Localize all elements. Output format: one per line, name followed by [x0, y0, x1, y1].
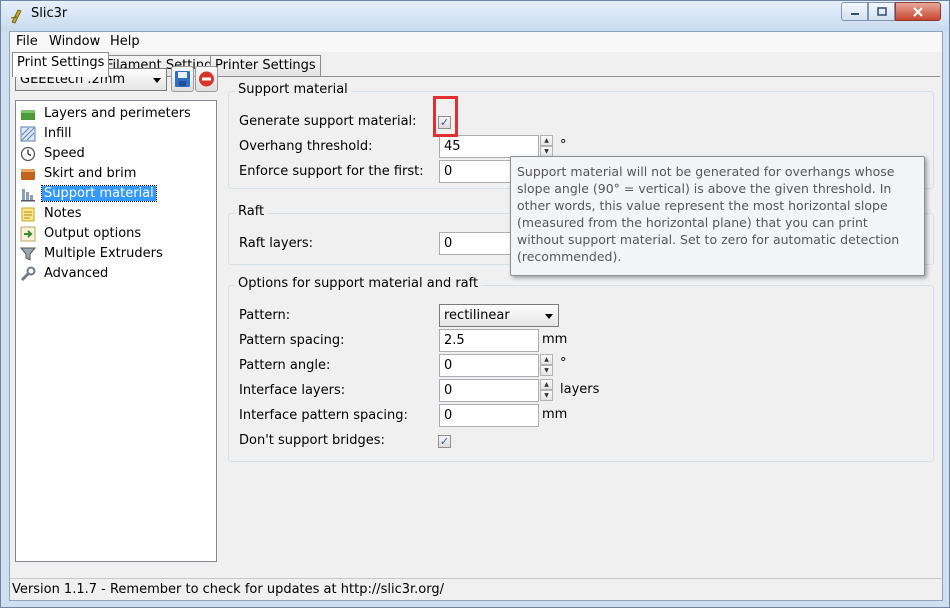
pattern-angle-unit: °: [560, 356, 567, 371]
overhang-threshold-stepper[interactable]: ▲ ▼: [540, 135, 555, 158]
status-text: Version 1.1.7 - Remember to check for up…: [12, 582, 444, 597]
tree-item-multiple-extruders[interactable]: Multiple Extruders: [20, 245, 210, 263]
speed-icon: [20, 146, 36, 162]
interface-layers-label: Interface layers:: [239, 383, 346, 398]
enforce-support-label: Enforce support for the first:: [239, 164, 424, 179]
menu-file[interactable]: File: [16, 34, 38, 49]
window-title: Slic3r: [31, 6, 68, 21]
client-area: File Window Help Print Settings Filament…: [9, 31, 943, 601]
save-icon: [175, 71, 190, 87]
pattern-angle-label: Pattern angle:: [239, 358, 331, 373]
pattern-angle-input[interactable]: 0: [439, 354, 539, 377]
status-bar: Version 1.1.7 - Remember to check for up…: [10, 578, 942, 600]
menu-window[interactable]: Window: [49, 34, 100, 49]
overhang-threshold-input[interactable]: 45: [439, 135, 539, 158]
minimize-button[interactable]: [841, 2, 868, 21]
interface-layers-stepper[interactable]: ▲ ▼: [540, 379, 555, 402]
overhang-unit: °: [560, 138, 567, 153]
settings-tree: Layers and perimeters Infill Speed Skirt…: [15, 100, 217, 562]
options-group-title: Options for support material and raft: [235, 276, 482, 291]
slic3r-logo-icon: [10, 9, 22, 24]
notes-icon: [21, 207, 35, 222]
pattern-value: rectilinear: [444, 308, 510, 323]
interface-spacing-unit: mm: [542, 407, 568, 422]
tree-item-skirt[interactable]: Skirt and brim: [20, 165, 210, 183]
dont-support-bridges-label: Don't support bridges:: [239, 433, 385, 448]
chevron-down-icon: [545, 314, 553, 319]
options-group: Options for support material and raft Pa…: [228, 276, 934, 462]
infill-icon: [20, 126, 36, 142]
tree-item-output-options[interactable]: Output options: [20, 225, 210, 243]
output-icon: [20, 226, 36, 242]
tree-item-advanced[interactable]: Advanced: [20, 265, 210, 283]
pattern-angle-stepper[interactable]: ▲ ▼: [540, 354, 555, 377]
maximize-button[interactable]: [868, 2, 895, 21]
generate-support-label: Generate support material:: [239, 114, 417, 129]
maximize-icon: [876, 7, 887, 16]
tree-item-speed[interactable]: Speed: [20, 145, 210, 163]
tree-item-layers[interactable]: Layers and perimeters: [20, 105, 210, 123]
menu-help[interactable]: Help: [110, 34, 140, 49]
app-window: Slic3r File Window Help Print Settings F…: [0, 0, 950, 608]
support-group-title: Support material: [235, 82, 351, 97]
minimize-icon: [850, 12, 859, 15]
interface-layers-unit: layers: [560, 382, 600, 397]
tab-printer-settings[interactable]: Printer Settings: [210, 55, 321, 76]
raft-layers-label: Raft layers:: [239, 236, 314, 251]
dont-support-bridges-checkbox[interactable]: ✓: [438, 435, 451, 448]
save-preset-button[interactable]: [171, 66, 194, 92]
tree-item-notes[interactable]: Notes: [20, 205, 210, 223]
pattern-spacing-input[interactable]: 2.5: [439, 329, 539, 352]
pattern-label: Pattern:: [239, 308, 291, 323]
overhang-threshold-label: Overhang threshold:: [239, 139, 373, 154]
layers-icon: [21, 110, 35, 120]
skirt-icon: [21, 169, 35, 180]
interface-spacing-label: Interface pattern spacing:: [239, 408, 408, 423]
wrench-icon: [20, 266, 36, 282]
pattern-spacing-label: Pattern spacing:: [239, 333, 345, 348]
pattern-dropdown[interactable]: rectilinear: [439, 304, 559, 327]
pattern-spacing-unit: mm: [542, 332, 568, 347]
menu-bar: File Window Help: [10, 32, 942, 52]
tree-item-infill[interactable]: Infill: [20, 125, 210, 143]
delete-preset-button[interactable]: [195, 66, 218, 92]
support-icon: [21, 189, 35, 202]
chevron-down-icon: [153, 78, 161, 83]
highlight-box: [433, 96, 458, 137]
interface-spacing-input[interactable]: 0: [439, 404, 539, 427]
close-button[interactable]: [895, 2, 941, 21]
raft-group-title: Raft: [235, 204, 268, 219]
delete-icon: [199, 71, 214, 87]
title-bar[interactable]: Slic3r: [1, 1, 949, 31]
close-icon: [913, 6, 923, 17]
interface-layers-input[interactable]: 0: [439, 379, 539, 402]
tree-item-support-material[interactable]: Support material: [20, 185, 210, 203]
tab-print-settings[interactable]: Print Settings: [12, 52, 110, 77]
overhang-tooltip: Support material will not be generated f…: [510, 156, 925, 276]
funnel-icon: [20, 247, 36, 261]
